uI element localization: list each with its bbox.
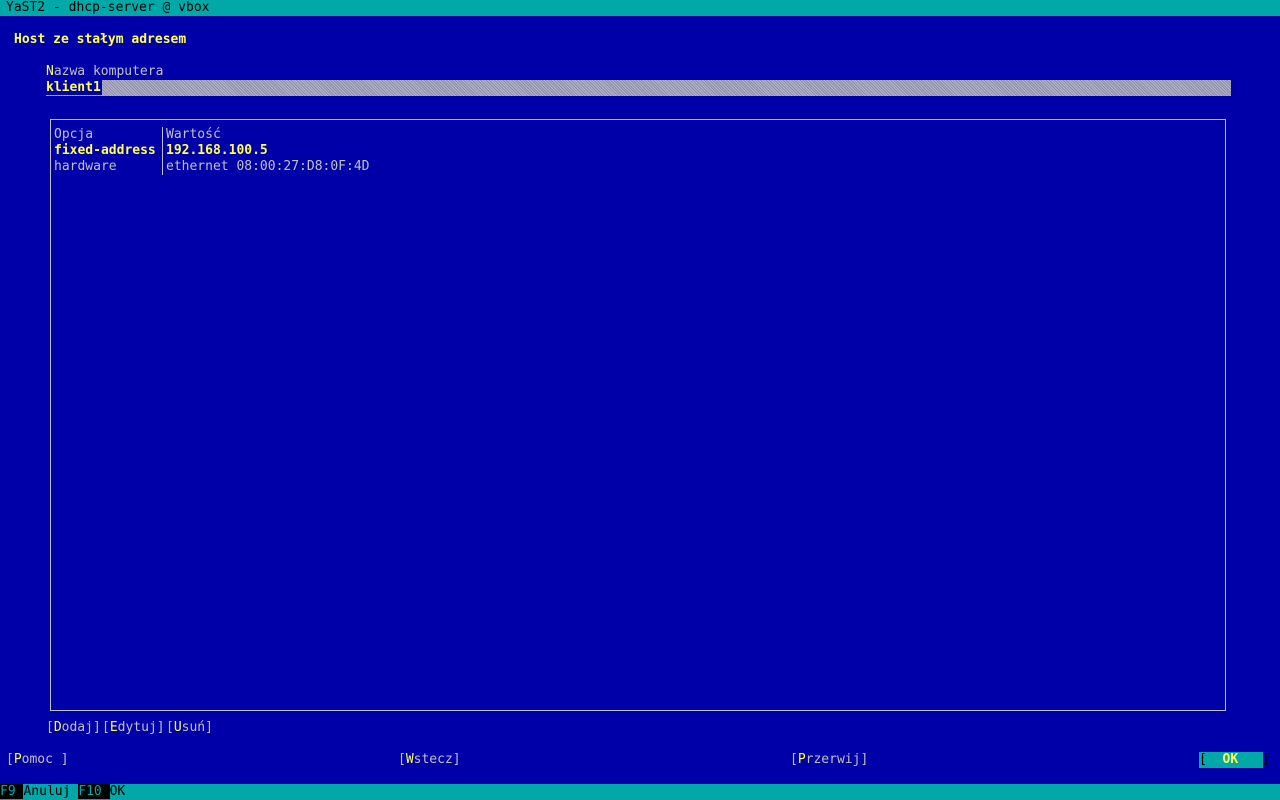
f9-action[interactable]: Anuluj <box>23 784 70 799</box>
hostname-label-hotkey: N <box>46 64 54 79</box>
abort-button-hotkey: P <box>797 752 806 767</box>
edit-button[interactable]: [Edytuj] <box>102 720 165 736</box>
edit-button-label: dytuj <box>117 720 157 735</box>
f10-key[interactable]: F10 <box>78 784 102 799</box>
options-table-column-separator <box>162 127 163 175</box>
hostname-input[interactable]: klient1 <box>46 80 1231 96</box>
ok-button[interactable]: [ OK ] <box>1199 752 1269 768</box>
window-title: YaST2 - dhcp-server @ vbox <box>0 0 1280 16</box>
remove-button-label: suń <box>181 720 206 735</box>
abort-button-label: rzerwij <box>805 752 861 767</box>
help-button[interactable]: [Pomoc ] <box>6 752 69 768</box>
help-button-label: omoc <box>21 752 61 767</box>
function-key-bar: F9 Anuluj F10 OK <box>0 784 1280 800</box>
remove-button[interactable]: [Usuń] <box>166 720 213 736</box>
table-row-value[interactable]: 192.168.100.5 <box>166 143 268 159</box>
table-row-option[interactable]: hardware <box>54 159 117 175</box>
hostname-input-value: klient1 <box>46 80 102 95</box>
back-button-label: stecz <box>413 752 453 767</box>
options-table-frame <box>50 119 1226 711</box>
f9-key[interactable]: F9 <box>0 784 16 799</box>
remove-button-hotkey: U <box>173 720 182 735</box>
back-button[interactable]: [Wstecz] <box>398 752 461 768</box>
f10-action[interactable]: OK <box>110 784 126 799</box>
add-button-hotkey: D <box>53 720 62 735</box>
abort-button[interactable]: [Przerwij] <box>790 752 868 768</box>
add-button[interactable]: [Dodaj] <box>46 720 101 736</box>
table-header-value[interactable]: Wartość <box>166 127 221 143</box>
hostname-label-text: azwa komputera <box>53 64 164 79</box>
hostname-label: Nazwa komputera <box>46 64 163 80</box>
help-button-hotkey: P <box>13 752 22 767</box>
table-row-value[interactable]: ethernet 08:00:27:D8:0F:4D <box>166 159 370 175</box>
table-header-option[interactable]: Opcja <box>54 127 93 143</box>
dialog-heading: Host ze stałym adresem <box>14 32 187 47</box>
add-button-label: odaj <box>61 720 93 735</box>
ok-button-label: K <box>1230 752 1239 767</box>
edit-button-hotkey: E <box>109 720 118 735</box>
back-button-hotkey: W <box>405 752 414 767</box>
table-row-option[interactable]: fixed-address <box>54 143 156 159</box>
